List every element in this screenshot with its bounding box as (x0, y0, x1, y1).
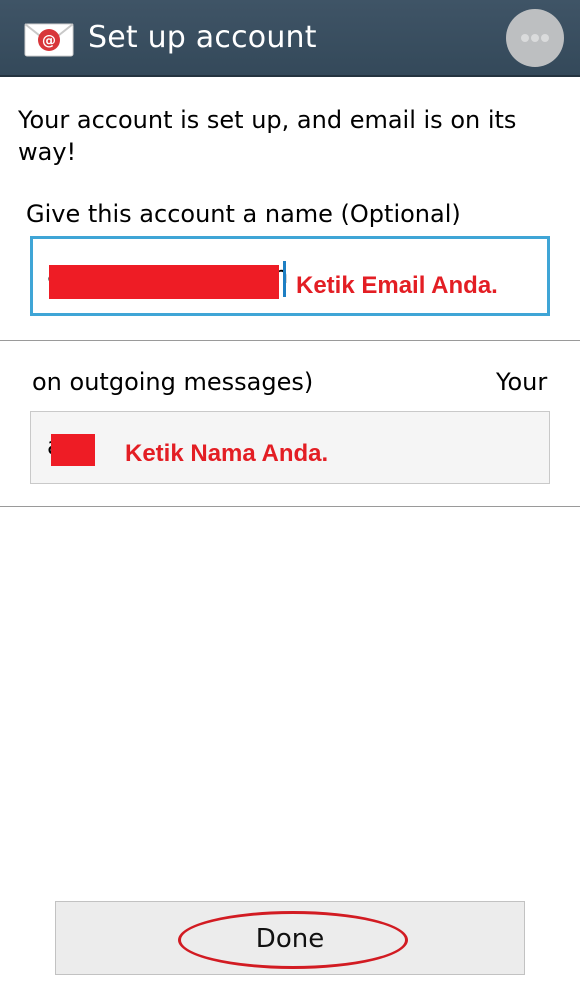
redaction-box (49, 265, 279, 299)
email-app-icon[interactable]: @ (24, 23, 74, 57)
highlight-ellipse (178, 911, 408, 969)
name-annotation: Ketik Nama Anda. (125, 440, 329, 467)
your-name-field[interactable]: a s Ketik Nama Anda. (30, 411, 550, 484)
your-name-label-fragment: on outgoing messages) (32, 368, 314, 396)
redaction-box (51, 434, 95, 466)
overflow-menu-icon[interactable] (506, 9, 564, 67)
account-name-field[interactable]: a n Ketik Email Anda. (30, 236, 550, 316)
action-bar: @ Set up account (0, 0, 580, 77)
email-annotation: Ketik Email Anda. (296, 272, 498, 299)
account-name-label: Give this account a name (Optional) (26, 200, 461, 228)
done-button[interactable]: Done (55, 901, 525, 975)
your-name-label-right: Your (496, 368, 548, 396)
text-cursor (283, 261, 286, 297)
page-title: Set up account (88, 20, 317, 55)
setup-complete-message: Your account is set up, and email is on … (18, 106, 517, 166)
section-divider (0, 506, 580, 507)
section-divider (0, 340, 580, 341)
svg-text:@: @ (42, 33, 56, 49)
